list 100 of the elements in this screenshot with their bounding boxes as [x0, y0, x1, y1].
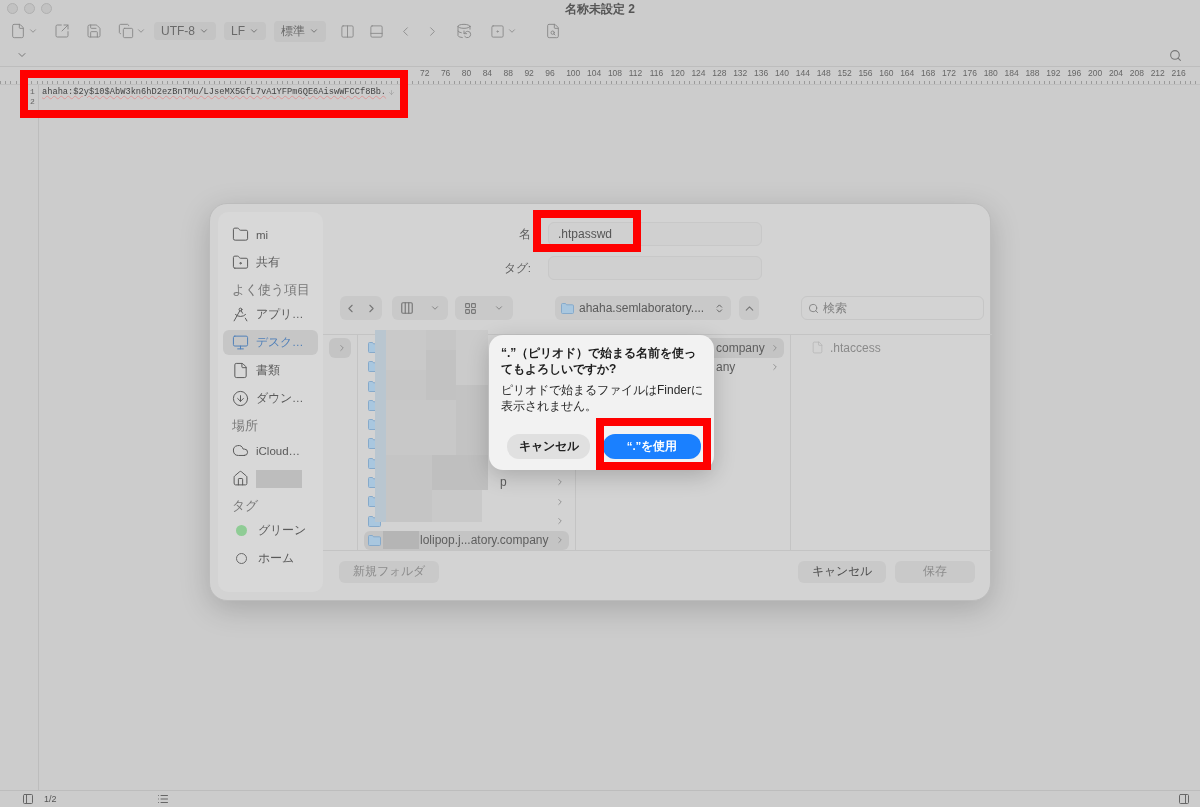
list-icon[interactable] [156, 793, 169, 805]
ruler-label: 104 [587, 67, 603, 78]
ruler-label: 88 [503, 67, 514, 78]
chevron-icon [555, 477, 565, 488]
sidebar-item[interactable]: ホーム [223, 546, 318, 571]
navigation-buttons[interactable] [340, 296, 382, 320]
sidebar-item[interactable]: デスク… [223, 330, 318, 355]
ruler-label: 84 [482, 67, 494, 78]
ruler-label: 124 [691, 67, 707, 78]
group-button[interactable] [455, 296, 513, 320]
new-document-button[interactable] [10, 23, 38, 39]
chevron-icon [309, 26, 319, 36]
sidebar-item[interactable]: ダウン… [223, 386, 318, 411]
name-field[interactable]: .htpasswd [548, 222, 762, 246]
ruler-label: 192 [1046, 67, 1062, 78]
ruler-label: 92 [524, 67, 535, 78]
panel-toggle-icon[interactable] [1178, 793, 1190, 805]
ruler-label: 196 [1067, 67, 1083, 78]
ruler-label: 188 [1025, 67, 1041, 78]
tag-label: タグ: [503, 260, 531, 276]
file-row[interactable]: lolipop.j...atory.company [364, 530, 569, 550]
database-button[interactable] [456, 23, 472, 39]
ruler-label: 148 [816, 67, 832, 78]
chevron-icon [770, 342, 780, 353]
sidebar-toggle-icon[interactable] [22, 793, 34, 805]
dialog-button[interactable]: キャンセル [798, 560, 886, 583]
chevron-icon [770, 362, 780, 373]
search-icon [808, 302, 819, 314]
code-line: ahaha:$2y$10$AbW3kn6hD2ezBnTMu/LJseMX5GfL7vA1YFPm6QE6AiswWFCCf8Bb. [42, 87, 387, 97]
ruler-label: 160 [879, 67, 895, 78]
sidebar-item[interactable]: グリーン [223, 518, 318, 543]
frame-button[interactable] [490, 23, 517, 39]
chevron-icon [555, 535, 565, 546]
name-label: 名 [519, 226, 531, 242]
ruler-label: 168 [921, 67, 937, 78]
view-mode-button[interactable] [392, 296, 448, 320]
sidebar-item[interactable]: 書類 [223, 358, 318, 383]
up-button[interactable] [739, 296, 759, 320]
chevron-icon [28, 26, 38, 36]
chevron-icon [199, 26, 209, 36]
ruler-label: 212 [1150, 67, 1166, 78]
ruler-label: 136 [754, 67, 770, 78]
file-name[interactable]: any [716, 360, 736, 375]
search-field[interactable]: 検索 [801, 296, 984, 320]
grid-icon [463, 301, 477, 315]
ruler-label: 128 [712, 67, 728, 78]
sidebar-item[interactable]: mi [223, 222, 318, 247]
compass-icon [232, 306, 249, 323]
encoding-dropdown[interactable]: UTF-8 [154, 22, 216, 40]
sidebar-item[interactable]: アプリ… [223, 302, 318, 327]
chevron-icon [430, 303, 440, 313]
location-popup[interactable]: ahaha.semlaboratory.... [555, 296, 731, 320]
file-name[interactable]: p [500, 475, 507, 490]
split-vertical-button[interactable] [340, 23, 355, 39]
alert-message: ピリオドで始まるファイルはFinderに表示されません。 [501, 382, 704, 414]
split-icon [340, 23, 355, 39]
line-ending-dropdown[interactable]: LF [224, 22, 266, 40]
document-icon [811, 341, 824, 355]
redaction-block [256, 469, 302, 488]
redaction-block [383, 531, 419, 550]
folder-icon [561, 302, 574, 314]
split-horizontal-button[interactable] [369, 23, 384, 39]
folder-icon [232, 226, 249, 243]
ruler-label: 80 [461, 67, 473, 78]
file-row[interactable] [329, 338, 351, 358]
sidebar-item[interactable]: iCloud… [223, 438, 318, 463]
ruler-label: 76 [440, 67, 452, 78]
ruler-label: 112 [628, 67, 644, 78]
ruler-label: 132 [733, 67, 749, 78]
updown-icon [714, 302, 725, 314]
sidebar-heading: タグ [231, 498, 259, 515]
minimize-button[interactable] [24, 3, 35, 14]
folder-icon [368, 534, 381, 546]
ruler-label: 204 [1108, 67, 1125, 78]
zoom-button[interactable] [41, 3, 52, 14]
ruler-label: 176 [962, 67, 978, 78]
close-button[interactable] [7, 3, 18, 14]
chevron-icon [507, 26, 517, 36]
square-icon [490, 23, 505, 39]
line-number: 2 [29, 97, 36, 107]
ruler-label: 200 [1088, 67, 1104, 78]
alert-button[interactable]: キャンセル [507, 434, 590, 459]
chevron-icon [249, 26, 259, 36]
document-icon [232, 362, 249, 379]
chevron-icon [555, 496, 565, 507]
alert-button[interactable]: “.”を使用 [603, 434, 701, 459]
share-icon [54, 23, 70, 39]
ruler-label: 172 [941, 67, 958, 78]
save-button[interactable] [86, 23, 102, 39]
window-button[interactable] [118, 23, 146, 39]
home-icon [232, 470, 249, 487]
file-name[interactable]: .htaccess [830, 340, 881, 355]
search-icon[interactable] [1169, 48, 1182, 62]
mode-dropdown[interactable]: 標準 [274, 20, 326, 42]
database-icon [456, 23, 472, 39]
find-button[interactable] [545, 23, 561, 39]
ruler-label: 140 [774, 67, 791, 78]
share-button[interactable] [54, 23, 70, 39]
sidebar-item[interactable]: 共有 [223, 250, 318, 275]
document-icon [10, 23, 26, 39]
